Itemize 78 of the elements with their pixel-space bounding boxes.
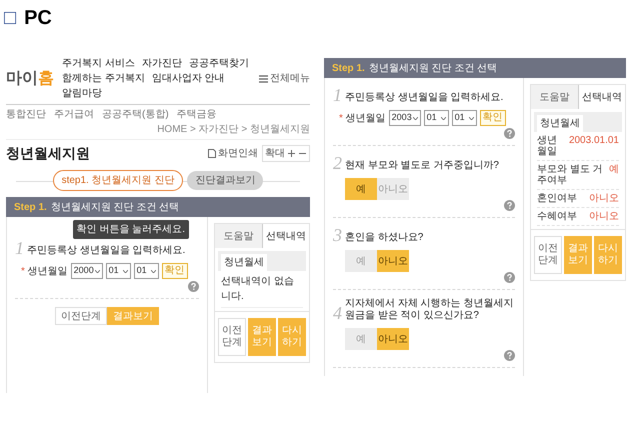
section-bar-title: 청년월세지원 진단 조건 선택 [368, 62, 498, 76]
dropdown[interactable]: 01 [452, 110, 477, 126]
summary-value: 아니오 [589, 193, 619, 204]
caret-icon [94, 270, 100, 272]
all-menu-button[interactable]: 전체메뉴 [259, 71, 310, 86]
subnav-link[interactable]: 주택금융 [176, 107, 217, 122]
print-button[interactable]: 화면인쇄 [208, 146, 258, 161]
bullet-symbol: □ [4, 8, 16, 28]
side-tab[interactable]: 도움말 [215, 224, 262, 248]
option-button[interactable]: 아니오 [377, 328, 409, 350]
summary-value: 예 [609, 164, 619, 175]
form-button[interactable]: 이전단계 [55, 307, 107, 325]
help-icon [504, 200, 515, 211]
zoom-in-button[interactable] [287, 149, 296, 158]
step-pill[interactable]: step1. 청년월세지원 진단 [52, 170, 184, 191]
nav-link[interactable]: 임대사업자 안내 [152, 71, 225, 86]
question-text: 혼인을 하셨나요? [345, 232, 424, 244]
dropdown[interactable]: 2000 [70, 263, 103, 279]
option-button[interactable]: 예 [345, 178, 377, 200]
question-text: 주민등록상 생년월일을 입력하세요. [345, 92, 504, 104]
field-label: * 생년월일 [21, 264, 68, 278]
question-number: 2 [333, 154, 342, 172]
dropdown[interactable]: 01 [424, 110, 449, 126]
zoom-label: 확대 [265, 147, 285, 161]
option-button[interactable]: 아니오 [377, 250, 409, 272]
breadcrumb: HOME > 자가진단 > 청년월세지원 [157, 123, 310, 137]
dropdown[interactable]: 01 [106, 263, 131, 279]
step-label: Step 1. [332, 62, 365, 76]
subnav-link[interactable]: 통합진단 [6, 107, 46, 122]
dropdown[interactable]: 01 [134, 263, 159, 279]
caret-icon [150, 270, 156, 272]
section-title: PC [24, 8, 52, 28]
side-tab[interactable]: 도움말 [531, 85, 578, 109]
field-label: * 생년월일 [339, 112, 386, 126]
subnav-link[interactable]: 주거급여 [54, 107, 94, 122]
question-number: 1 [15, 239, 24, 257]
caret-icon [468, 116, 474, 120]
nav-link[interactable]: 알림마당 [62, 86, 102, 101]
question-number: 1 [333, 86, 342, 104]
help-icon [188, 281, 199, 292]
summary-label: 부모와 별도 거주여부 [537, 164, 604, 186]
side-button[interactable]: 이전단계 [218, 318, 246, 356]
plus-icon [288, 150, 295, 157]
nav-link[interactable]: 자가진단 [142, 56, 182, 71]
summary-label: 생년월일 [537, 135, 558, 157]
side-button[interactable]: 이전단계 [534, 236, 562, 274]
tooltip: 확인 버튼을 눌러주세요. [72, 220, 189, 239]
document-icon [208, 149, 216, 158]
section-bar-title: 청년월세지원 진단 조건 선택 [50, 200, 180, 214]
caret-icon [412, 116, 418, 120]
empty-message: 선택내역이 없습니다. [221, 271, 303, 308]
question-text: 현재 부모와 별도로 거주중입니까? [345, 160, 499, 172]
nav-link[interactable]: 공공주택찾기 [188, 56, 249, 71]
logo[interactable]: 마이홈 [6, 66, 54, 90]
summary-value: 2003.01.01 [568, 135, 619, 146]
minus-icon [299, 150, 306, 157]
step-label: Step 1. [14, 200, 47, 214]
caret-icon [122, 270, 128, 272]
step-pill[interactable]: 진단결과보기 [187, 171, 264, 190]
summary-label: 혼인여부 [537, 193, 577, 204]
caret-icon [440, 116, 446, 120]
help-icon [504, 128, 515, 139]
dropdown[interactable]: 2003 [388, 110, 421, 126]
question-number: 4 [333, 304, 342, 322]
sub-tab[interactable]: 청년월세 [221, 254, 267, 271]
nav-link[interactable]: 주거복지 서비스 [62, 56, 135, 71]
sub-tab[interactable]: 청년월세 [537, 115, 583, 132]
summary-value: 아니오 [589, 211, 619, 222]
summary-label: 수혜여부 [537, 211, 577, 222]
page-title: 청년월세지원 [6, 144, 90, 163]
question-text: 지자체에서 자체 시행하는 청년월세지원금을 받은 적이 있으신가요? [345, 298, 514, 322]
subnav-link[interactable]: 공공주택(통합) [102, 107, 169, 122]
question-text: 주민등록상 생년월일을 입력하세요. [27, 245, 186, 257]
help-icon [504, 350, 515, 361]
nav-link[interactable]: 함께하는 주거복지 [62, 71, 145, 86]
question-number: 3 [333, 226, 342, 244]
menu-icon [259, 74, 268, 82]
help-icon [504, 272, 515, 283]
